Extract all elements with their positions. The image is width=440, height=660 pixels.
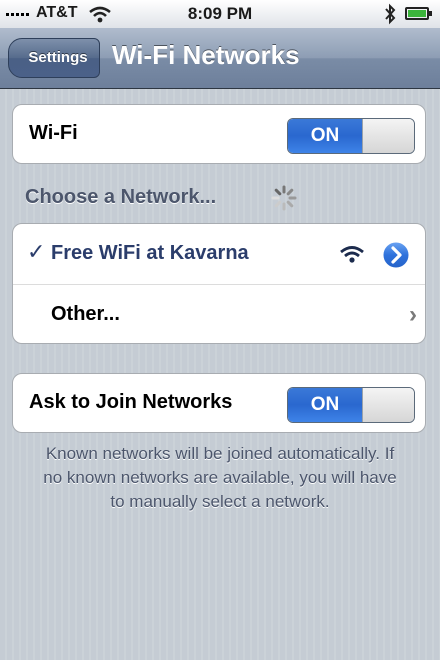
wifi-label: Wi-Fi xyxy=(29,122,78,144)
network-name: Free WiFi at Kavarna xyxy=(51,242,249,264)
back-button[interactable]: Settings xyxy=(8,38,100,78)
ask-to-join-group: Ask to Join Networks ON xyxy=(12,373,426,433)
network-row-free-wifi[interactable]: ✓ Free WiFi at Kavarna xyxy=(13,224,425,284)
wifi-signal-icon xyxy=(340,246,364,263)
toggle-knob xyxy=(362,388,414,422)
bluetooth-icon xyxy=(385,3,396,25)
status-bar: AT&T 8:09 PM xyxy=(0,0,440,29)
checkmark-icon: ✓ xyxy=(27,239,46,264)
ask-to-join-label: Ask to Join Networks xyxy=(29,391,233,413)
wifi-toggle-group: Wi-Fi ON xyxy=(12,104,426,164)
clock: 8:09 PM xyxy=(187,4,253,23)
wifi-toggle-on-label: ON xyxy=(288,119,362,153)
ask-to-join-toggle-on-label: ON xyxy=(288,388,362,422)
wifi-row: Wi-Fi ON xyxy=(13,105,425,163)
wifi-toggle[interactable]: ON xyxy=(287,118,415,154)
loading-spinner-icon xyxy=(271,185,297,211)
page-title: Wi-Fi Networks xyxy=(112,40,300,70)
other-network-label: Other... xyxy=(51,303,120,325)
battery-icon xyxy=(405,7,432,20)
chevron-right-icon: › xyxy=(409,301,417,328)
network-row-other[interactable]: Other... › xyxy=(13,284,425,343)
section-header: Choose a Network... xyxy=(25,186,217,208)
ask-to-join-row: Ask to Join Networks ON xyxy=(13,374,425,432)
detail-disclosure-button[interactable] xyxy=(381,240,411,270)
navigation-bar: Settings Wi-Fi Networks xyxy=(0,28,440,89)
network-list: ✓ Free WiFi at Kavarna Other... › xyxy=(12,223,426,344)
screen: AT&T 8:09 PM Settings Wi-Fi Networks Wi-… xyxy=(0,0,440,660)
footnote-text: Known networks will be joined automatica… xyxy=(43,444,397,511)
ask-to-join-toggle[interactable]: ON xyxy=(287,387,415,423)
toggle-knob xyxy=(362,119,414,153)
